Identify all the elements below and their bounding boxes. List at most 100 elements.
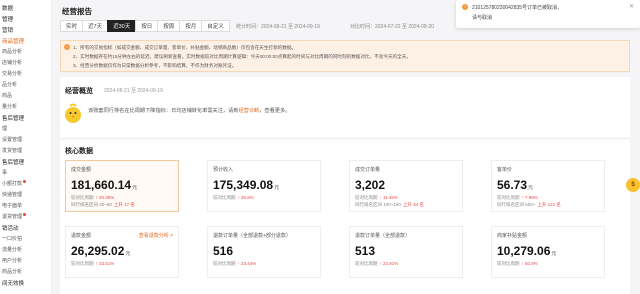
sidebar-item-label: 店铺分析 <box>2 60 23 66</box>
overview-title: 经营概览 <box>65 88 93 95</box>
metric-value: 181,660.14元 <box>71 178 137 192</box>
sidebar-item[interactable]: 发货管理 <box>2 147 22 154</box>
rank-row: 同行排名区间 100~150 上升 34 名 <box>355 202 424 208</box>
sidebar-item[interactable]: 店铺分析 <box>2 59 22 66</box>
overview-message: 该账套同行排名在比周期下降指标：日均店铺转化率需关注，请到经营诊断，查看更多。 <box>88 107 290 114</box>
sidebar-item-label: 数据 <box>2 6 14 12</box>
tab-period[interactable]: 近7天 <box>82 20 109 32</box>
sidebar-item[interactable]: 间无效换 <box>2 279 24 287</box>
metric-card[interactable]: 成交金额 181,660.14元 较对比周期 ↑ 20.35% 同行排名区间 40~60… <box>65 160 179 212</box>
sidebar-item[interactable]: 退货管理 <box>2 213 27 220</box>
tab-period[interactable]: 近30天 <box>107 20 137 32</box>
sidebar-item[interactable]: 设置管理 <box>2 136 22 143</box>
compare-label: 较对比周期 <box>497 261 520 266</box>
sidebar-item[interactable]: 销活动 <box>2 224 19 232</box>
rank-row: 同行排名区间 500+ 上升 121 名 <box>497 202 561 208</box>
float-coin-badge[interactable]: $ <box>626 178 640 192</box>
sidebar-item[interactable]: 商品 <box>2 92 12 99</box>
tab-period[interactable]: 实时 <box>60 20 84 32</box>
notice-line: 1、所有的交易指标（如成交金额、成交订单量、客单价、补贴金额、动销商品数）仅包含… <box>73 45 297 50</box>
sidebar-item[interactable]: 事 <box>2 169 7 176</box>
sidebar-item[interactable]: 小额打款 <box>2 180 27 187</box>
compare-label: 较对比周期 <box>355 261 378 266</box>
metric-value: 56.73元 <box>497 178 533 192</box>
compare-label: 较对比周期 <box>355 195 378 200</box>
sidebar-item-label: 交易分析 <box>2 71 23 77</box>
sidebar-item[interactable]: 品分析 <box>2 81 17 88</box>
compare-row: 较对比周期 ↑ 11.45% <box>355 195 398 201</box>
tab-period[interactable]: 按月 <box>179 20 203 32</box>
sidebar-item[interactable]: 数据 <box>2 4 13 12</box>
sidebar-item[interactable]: 电子面单 <box>2 202 22 209</box>
sidebar: 数据 管理 营销 商品管理 商品分析 店铺分析 交易分析 品分析 商品 量分析 售后管理理设置管理发… <box>0 0 52 294</box>
sidebar-item-label: 商品管理 <box>2 39 25 45</box>
close-icon[interactable]: ✕ <box>629 3 634 10</box>
sidebar-item-label: 退货管理 <box>2 214 23 220</box>
metric-card[interactable]: 成交订单量 3,202 较对比周期 ↑ 11.45% 同行排名区间 100~150 上升 … <box>349 160 463 212</box>
rank-value: 100~150 <box>383 202 401 207</box>
overview-message-text: 该账套同行排名在比周期下降指标：日均店铺转化率需关注，请到 <box>88 108 239 114</box>
overview-date: 2024-08-21 至 2024-09-19 <box>104 88 163 94</box>
compare-row: 较对比周期 ↑ 7.98% <box>497 195 538 201</box>
compare-label: 较对比周期 <box>213 261 236 266</box>
metric-card[interactable]: 退款订单量（全部退款+部分退款） 516 较对比周期 ↑ 23.44% <box>207 226 321 278</box>
metric-card[interactable]: 客单价 56.73元 较对比周期 ↑ 7.98% 同行排名区间 500+ 上升 121 名 <box>491 160 605 212</box>
metric-number: 181,660.14 <box>71 178 132 192</box>
metric-number: 513 <box>355 244 376 258</box>
refund-analysis-link[interactable]: 查看退款分析 > <box>139 232 173 239</box>
sidebar-item-label: 快递管理 <box>2 192 23 198</box>
metric-unit: 元 <box>551 251 557 257</box>
sidebar-item[interactable]: 售后管理 <box>2 114 24 122</box>
sidebar-item-label: 管理 <box>2 17 14 23</box>
sidebar-item[interactable]: 用户分析 <box>2 257 22 264</box>
metric-number: 56.73 <box>497 178 528 192</box>
diagnosis-link[interactable]: 经营诊断 <box>238 108 259 114</box>
toast-message-2: 请与取消 <box>472 15 493 21</box>
metric-unit: 元 <box>274 185 280 191</box>
sidebar-item-label: 量分析 <box>2 104 18 110</box>
compare-value: ↑ 7.98% <box>521 195 538 200</box>
rank-label: 同行排名区间 <box>497 202 524 207</box>
sidebar-item-label: 发货管理 <box>2 148 23 154</box>
metric-unit: 元 <box>132 185 138 191</box>
compare-row: 较对比周期 ↑ 26.8% <box>213 195 254 201</box>
metric-card[interactable]: 退款订单量（全部退款） 513 较对比周期 ↑ 23.91% <box>349 226 463 278</box>
metric-card[interactable]: 预计收入 175,349.08元 较对比周期 ↑ 26.8% <box>207 160 321 212</box>
metric-label: 预计收入 <box>213 167 234 173</box>
sidebar-item[interactable]: 营销 <box>2 26 13 34</box>
toast-message: 210125780230042835号订单已被取消， <box>472 5 563 11</box>
sidebar-item-label: 一口价拍 <box>2 236 23 242</box>
sidebar-item-label: 商品分析 <box>2 49 23 55</box>
sidebar-item-label: 事 <box>2 170 8 176</box>
sidebar-item[interactable]: 量分析 <box>2 103 17 110</box>
tab-period[interactable]: 按周 <box>157 20 181 32</box>
sidebar-item[interactable]: 流量分析 <box>2 246 22 253</box>
sidebar-item[interactable]: 商品管理 <box>2 37 24 45</box>
metric-card[interactable]: 退款金额 查看退款分析 > 26,295.02元 较对比周期 ↑ 33.51% <box>65 226 179 278</box>
compare-row: 较对比周期 ↑ 20.35% <box>71 195 114 201</box>
sidebar-item[interactable]: 交易分析 <box>2 70 22 77</box>
metric-number: 516 <box>213 244 234 258</box>
notice-line: 3、经营分析数据仅作为日常数据分析参考，不影响结算，不作为财务对账凭证。 <box>73 63 237 68</box>
sidebar-item[interactable]: 售后管理 <box>2 158 24 166</box>
compare-row: 较对比周期 ↑ 33.51% <box>71 261 114 267</box>
sidebar-item[interactable]: 理 <box>2 125 7 132</box>
rank-change: 上升 121 名 <box>537 202 561 207</box>
metric-card[interactable]: 商家补贴金额 10,279.06元 较对比周期 ↑ 50.8% <box>491 226 605 278</box>
compare-label: 较对比周期 <box>497 195 520 200</box>
compare-label: 较对比周期 <box>71 261 94 266</box>
tab-period[interactable]: 按日 <box>135 20 159 32</box>
sidebar-item[interactable]: 管理 <box>2 15 13 23</box>
compare-value: ↑ 50.8% <box>521 261 538 266</box>
metric-unit: 元 <box>528 185 534 191</box>
sidebar-item[interactable]: 商品分析 <box>2 48 22 55</box>
sidebar-item[interactable]: 商品分析 <box>2 268 22 275</box>
sidebar-item[interactable]: 一口价拍 <box>2 235 22 242</box>
tab-period[interactable]: 自定义 <box>201 20 230 32</box>
rank-change: 上升 34 名 <box>402 202 424 207</box>
compare-value: ↑ 23.91% <box>379 261 399 266</box>
sidebar-item[interactable]: 快递管理 <box>2 191 22 198</box>
compare-value: ↑ 11.45% <box>379 195 398 200</box>
rank-value: 40~60 <box>99 202 112 207</box>
rank-label: 同行排名区间 <box>355 202 382 207</box>
